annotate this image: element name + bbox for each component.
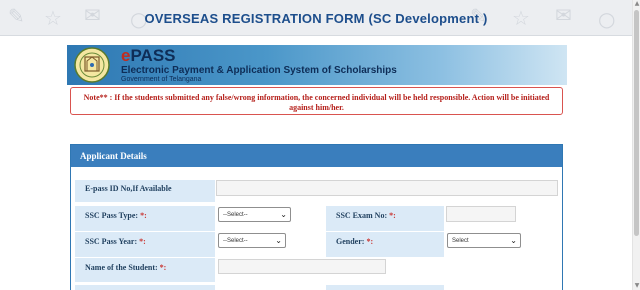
ssc-pass-year-label: SSC Pass Year: *: — [75, 232, 215, 257]
epass-id-label: E-pass ID No,If Available — [75, 180, 215, 202]
gender-label: Gender: *: — [326, 232, 444, 257]
telangana-emblem-icon — [74, 47, 110, 83]
epass-banner: ePASS Electronic Payment & Application S… — [67, 45, 567, 85]
student-name-input[interactable] — [218, 259, 386, 274]
epass-id-input[interactable] — [216, 180, 558, 196]
vertical-scrollbar[interactable]: ▲ ▼ — [632, 0, 640, 290]
chevron-down-icon: ⌄ — [275, 236, 282, 245]
banner-government: Government of Telangana — [121, 76, 202, 83]
warning-note: Note** : If the students submitted any f… — [70, 87, 563, 115]
ssc-pass-type-label: SSC Pass Type: *: — [75, 206, 215, 231]
next-row-label-right — [326, 285, 444, 290]
gender-select[interactable]: Select ⌄ — [447, 233, 521, 248]
banner-subtitle: Electronic Payment & Application System … — [121, 65, 397, 76]
next-row-label — [75, 285, 215, 290]
scroll-up-arrow-icon[interactable]: ▲ — [633, 0, 640, 8]
chevron-down-icon: ⌄ — [280, 210, 287, 219]
ssc-pass-year-select[interactable]: --Select-- ⌄ — [218, 233, 286, 248]
ssc-exam-no-label: SSC Exam No: *: — [326, 206, 444, 231]
page-header: ✎ ☆ ✉ ○ ✎ ☆ ✉ ○ OVERSEAS REGISTRATION FO… — [0, 0, 632, 36]
epass-logo-text: ePASS — [121, 46, 176, 65]
page-title: OVERSEAS REGISTRATION FORM (SC Developme… — [144, 11, 488, 26]
ssc-pass-type-select[interactable]: --Select-- ⌄ — [218, 207, 291, 222]
scroll-down-arrow-icon[interactable]: ▼ — [633, 282, 640, 290]
panel-title: Applicant Details — [71, 145, 562, 167]
chevron-down-icon: ⌄ — [510, 236, 517, 245]
ssc-exam-no-input[interactable] — [446, 206, 516, 222]
student-name-label: Name of the Student: *: — [75, 258, 215, 282]
scrollbar-thumb[interactable] — [634, 10, 639, 236]
